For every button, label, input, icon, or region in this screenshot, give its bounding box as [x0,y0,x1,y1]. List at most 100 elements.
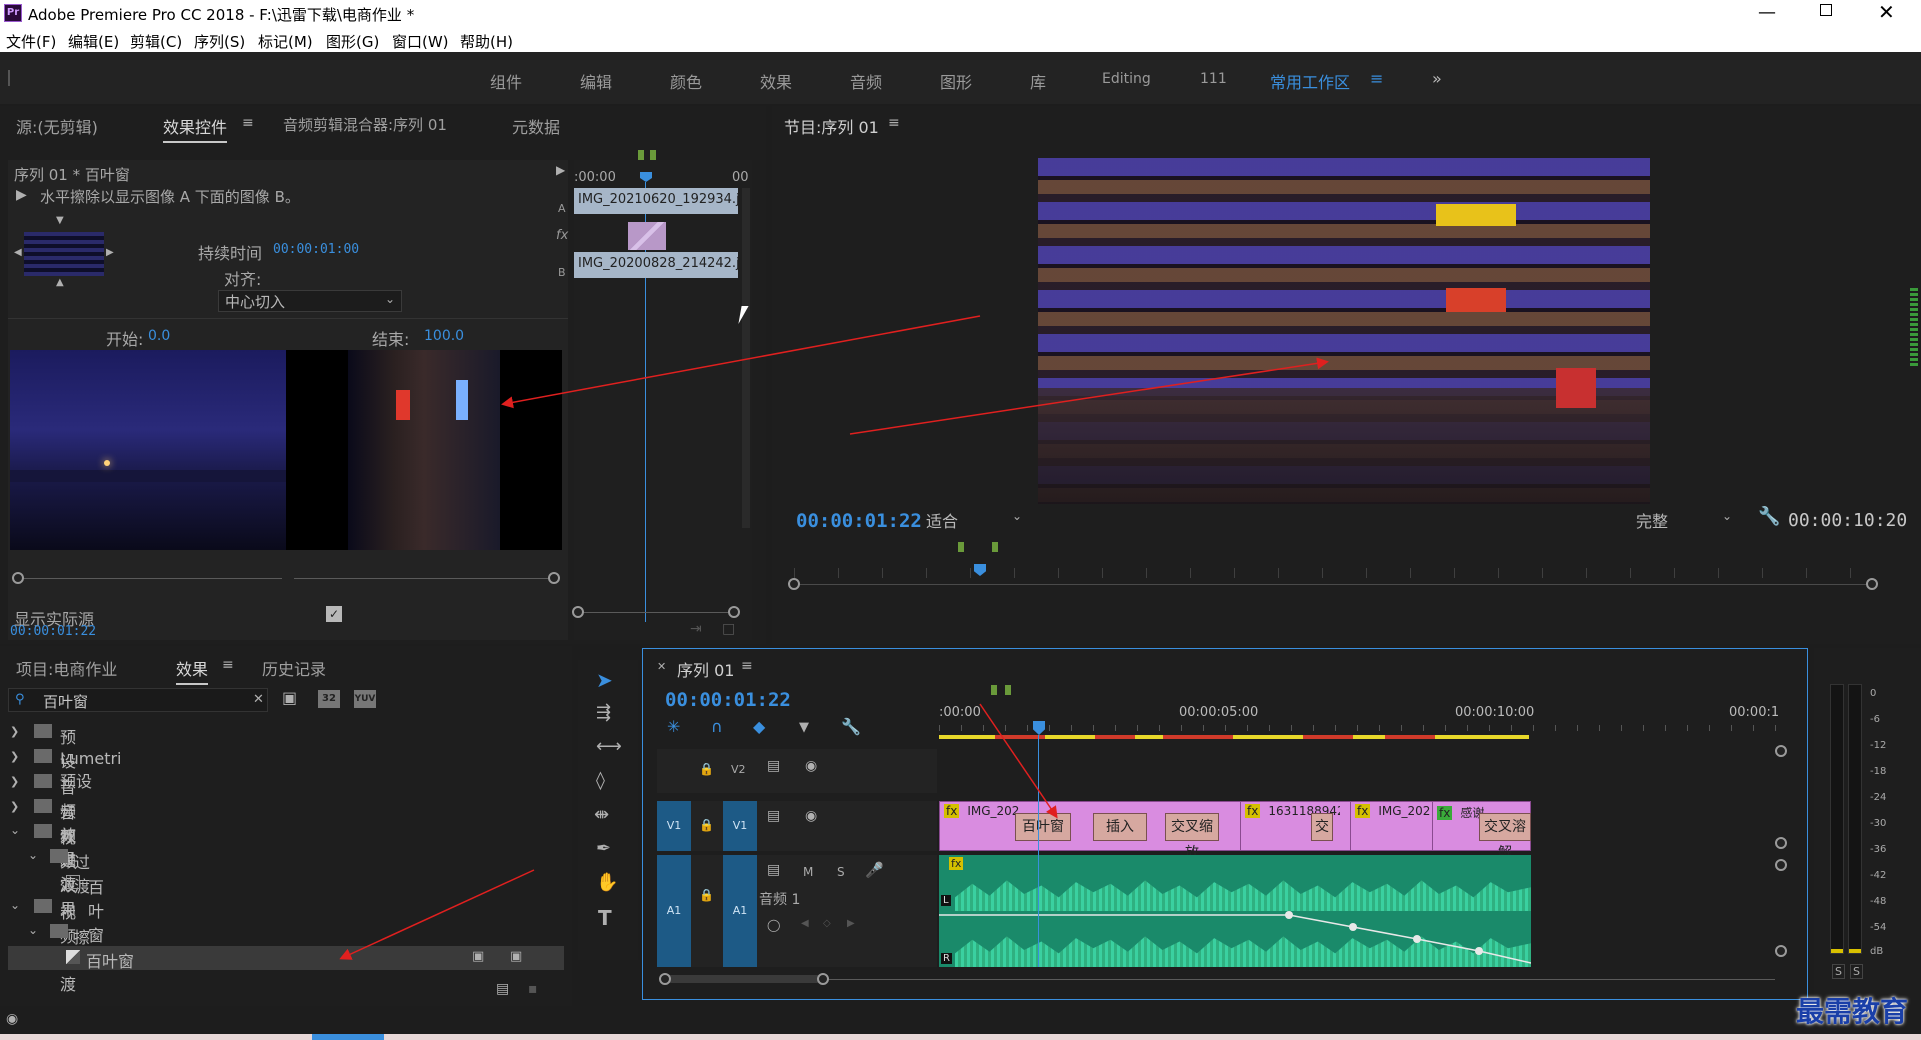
program-timecode[interactable]: 00:00:01:22 [796,510,922,532]
timeline-timecode[interactable]: 00:00:01:22 [665,689,791,711]
slip-tool-icon[interactable]: ⇼ [594,806,609,824]
sync-lock-icon[interactable]: ▤ [767,759,780,773]
keyframe-add-icon[interactable]: ◯ [767,919,780,931]
workspace-common[interactable]: 常用工作区 [1270,69,1350,93]
add-keyframe-icon[interactable]: ◇ [823,919,831,929]
align-dropdown[interactable]: 中心切入 ⌄ [218,290,402,312]
end-value[interactable]: 100.0 [424,328,464,344]
lock-icon[interactable]: 🔒 [699,889,714,901]
hand-tool-icon[interactable]: ✋ [596,874,618,892]
close-tab-icon[interactable]: ✕ [657,661,666,672]
pen-tool-icon[interactable]: ✒ [596,840,611,858]
edge-left-icon[interactable]: ◀ [14,248,22,258]
menu-help[interactable]: 帮助(H) [460,31,513,52]
mute-button[interactable]: M [803,865,813,879]
share-icon[interactable]: □ [722,622,735,636]
effects-menu-icon[interactable]: ≡ [222,658,234,672]
fit-dropdown[interactable]: 适合 ⌄ [926,508,1026,531]
keyframe-dot[interactable] [1413,935,1421,943]
panel-menu-icon[interactable]: ≡ [242,116,254,130]
menu-sequence[interactable]: 序列(S) [194,31,245,52]
transition-cross[interactable]: 交 [1311,813,1333,841]
track-target-a1[interactable]: A1 [723,855,757,967]
workspace-111[interactable]: 111 [1200,71,1227,87]
workspace-editing-cn[interactable]: 编辑 [580,69,612,93]
workspace-menu-icon[interactable]: ≡ [1370,69,1383,88]
timeline-tab[interactable]: 序列 01 [677,657,734,681]
track-zoom-knob[interactable] [1775,859,1787,871]
track-zoom-knob[interactable] [1775,945,1787,957]
keyframe-dot[interactable] [1285,911,1293,919]
microphone-icon[interactable]: 🎤 [865,863,884,878]
effects-search-box[interactable]: ⚲ 百叶窗 ✕ [8,688,268,712]
lock-icon[interactable]: 🔒 [699,763,714,775]
tab-project[interactable]: 项目:电商作业 [16,656,117,680]
edge-up-icon[interactable]: ▼ [56,216,64,226]
workspace-overflow-icon[interactable]: » [1432,69,1442,88]
playhead-icon[interactable] [640,172,652,182]
tab-effects[interactable]: 效果 [176,656,209,685]
workspace-audio[interactable]: 音频 [850,69,882,93]
accelerated-effects-icon[interactable]: ▣ [282,690,297,706]
workspace-color[interactable]: 颜色 [670,69,702,93]
wrench-icon[interactable]: 🔧 [1758,508,1780,526]
mini-transition[interactable] [628,222,666,250]
timeline-playhead-icon[interactable] [1033,721,1045,735]
track-zoom-knob[interactable] [1775,745,1787,757]
tab-source[interactable]: 源:(无剪辑) [16,114,98,138]
lock-icon[interactable]: 🔒 [699,819,714,831]
creative-cloud-icon[interactable]: ◉ [6,1012,18,1026]
duration-value[interactable]: 00:00:01:00 [273,242,359,257]
source-patch-v1[interactable]: V1 [657,801,691,851]
nest-icon[interactable]: ✳ [667,719,680,735]
selection-tool-icon[interactable]: ➤ [596,670,613,690]
tree-item-blinds-transition[interactable]: 百叶窗 ▣ ▣ [8,946,564,971]
track-select-tool-icon[interactable]: ⇶ [596,704,611,722]
type-tool-icon[interactable]: T [598,908,612,928]
start-value[interactable]: 0.0 [148,328,170,344]
end-slider-knob[interactable] [548,572,560,584]
keyframe-dot[interactable] [1475,947,1483,955]
track-target-v1[interactable]: V1 [723,801,757,851]
linked-selection-icon[interactable]: ◆ [753,719,765,735]
transition-blinds[interactable]: 百叶窗 [1015,813,1071,841]
eye-icon[interactable]: ◉ [805,809,817,823]
menu-edit[interactable]: 编辑(E) [68,31,119,52]
mini-clip-a[interactable]: IMG_20210620_192934.jpg [574,188,738,214]
tab-audio-clip-mixer[interactable]: 音频剪辑混合器:序列 01 [283,114,447,135]
audio-clip[interactable]: fx L R [939,855,1531,967]
program-menu-icon[interactable]: ≡ [888,116,900,130]
solo-button[interactable]: S [837,865,845,879]
edge-right-icon[interactable]: ▶ [106,248,114,258]
timeline-zoom-knob-right[interactable] [817,973,829,985]
program-zoom-knob-right[interactable] [1866,578,1878,590]
volume-keyframe-line[interactable] [939,855,1531,967]
32bit-effects-icon[interactable]: 32 [318,690,340,708]
program-title[interactable]: 节目:序列 01 [784,114,879,138]
tab-metadata[interactable]: 元数据 [512,114,560,138]
tab-effect-controls[interactable]: 效果控件 [163,114,228,143]
tab-history[interactable]: 历史记录 [262,656,326,680]
timeline-hscroll-thumb[interactable] [665,975,821,983]
restore-icon[interactable] [1820,4,1832,16]
timeline-settings-icon[interactable]: 🔧 [841,719,861,735]
next-keyframe-icon[interactable]: ▶ [847,919,855,929]
delete-icon[interactable]: ▪ [528,982,538,996]
prev-keyframe-icon[interactable]: ◀ [801,919,809,929]
close-icon[interactable]: ✕ [1878,0,1895,24]
menu-graphics[interactable]: 图形(G) [326,31,379,52]
meter-solo-right[interactable]: S [1850,964,1863,979]
workspace-graphics[interactable]: 图形 [940,69,972,93]
keyframe-dot[interactable] [1349,923,1357,931]
yuv-effects-icon[interactable]: YUV [354,690,376,708]
edge-down-icon[interactable]: ▲ [56,278,64,288]
effect-controls-timecode[interactable]: 00:00:01:22 [10,624,96,639]
mini-clip-b[interactable]: IMG_20200828_214242.jpg [574,252,738,278]
eye-icon[interactable]: ◉ [805,759,817,773]
minimize-icon[interactable]: — [1758,2,1776,23]
play-preview-icon[interactable]: ▶ [16,188,27,202]
transition-cross-dissolve[interactable]: 交叉溶解 [1479,813,1531,861]
start-slider-knob[interactable] [12,572,24,584]
menu-file[interactable]: 文件(F) [6,31,56,52]
workspace-editing[interactable]: Editing [1102,71,1151,87]
